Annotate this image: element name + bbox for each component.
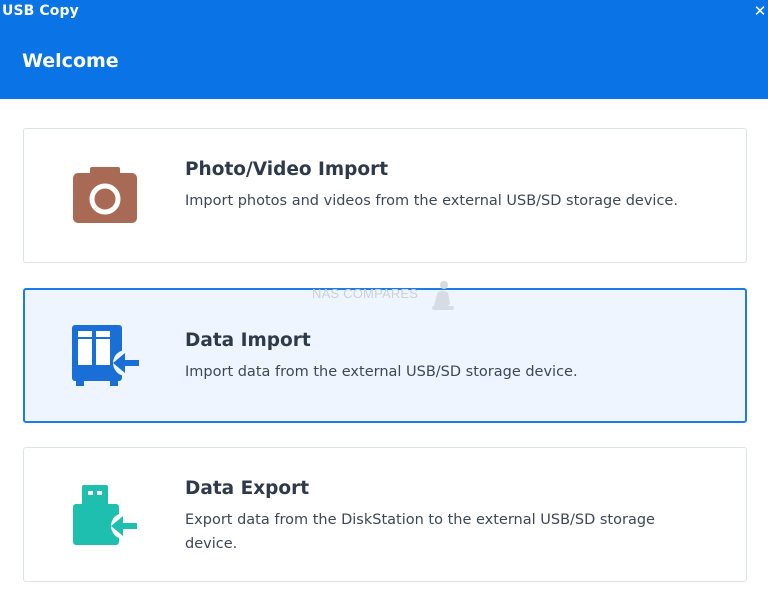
option-photo-video-import[interactable]: Photo/Video Import Import photos and vid… [23,128,747,263]
option-description: Import data from the external USB/SD sto… [185,364,578,380]
watermark-text: NAS COMPARES [312,286,419,301]
watermark-figure-icon [430,280,456,312]
close-button[interactable]: ✕ [752,2,768,20]
option-description: Export data from the DiskStation to the … [185,512,655,552]
option-title: Data Import [185,330,311,351]
title-bar: USB Copy ✕ Welcome [0,0,768,99]
option-data-export[interactable]: Data Export Export data from the DiskSta… [23,447,747,582]
option-description: Import photos and videos from the extern… [185,193,678,209]
page-heading: Welcome [22,50,119,72]
nas-import-icon [72,323,142,387]
usb-export-icon [72,484,142,548]
app-title: USB Copy [2,3,79,19]
option-title: Data Export [185,478,310,499]
camera-icon [72,164,142,228]
option-data-import[interactable]: Data Import Import data from the externa… [23,288,747,423]
option-title: Photo/Video Import [185,159,389,180]
